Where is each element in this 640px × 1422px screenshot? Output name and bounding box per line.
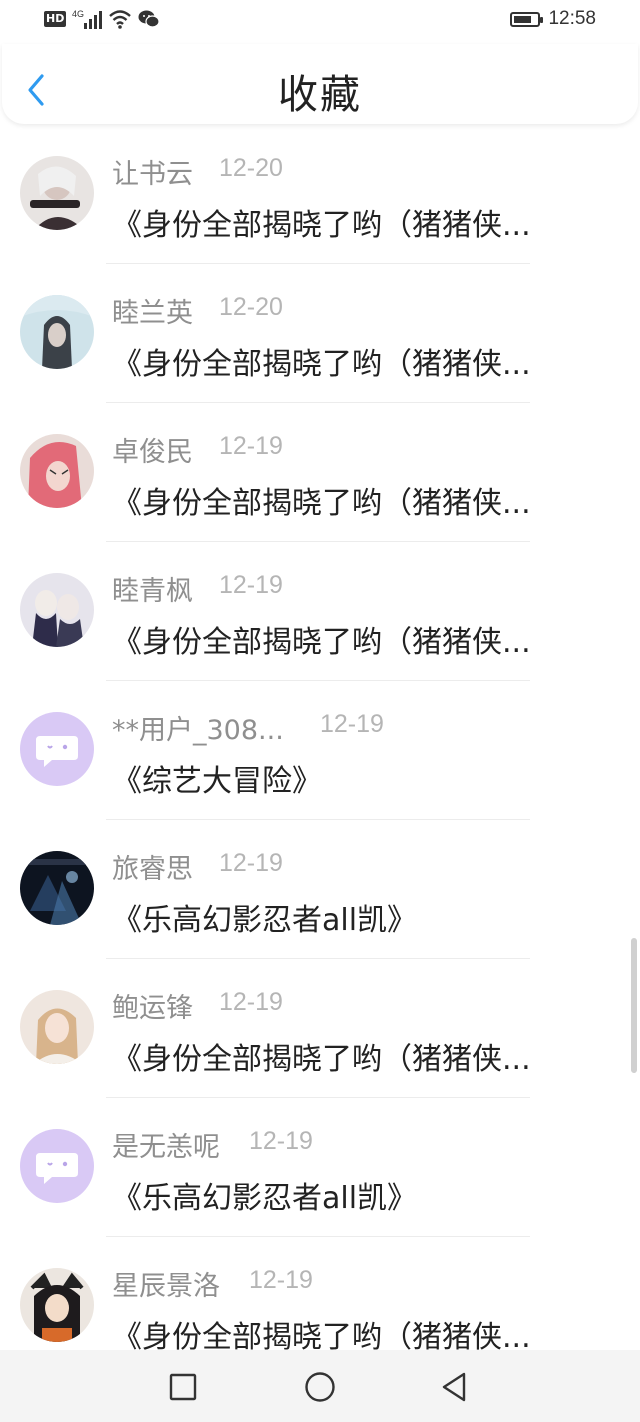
square-icon <box>169 1373 197 1401</box>
triangle-back-icon <box>442 1372 466 1402</box>
list-item[interactable]: 卓俊民 12-19 《身份全部揭晓了哟（猪猪侠... <box>0 403 640 542</box>
favorites-list: 让书云 12-20 《身份全部揭晓了哟（猪猪侠... 睦兰英 12-20 《身份… <box>0 125 640 1376</box>
circle-icon <box>305 1372 335 1402</box>
status-bar: HD 4G 12:58 <box>0 0 640 44</box>
cellular-signal-icon: 4G <box>72 9 103 29</box>
scroll-indicator[interactable] <box>631 938 637 1073</box>
user-name: 睦青枫 <box>112 576 193 607</box>
item-date: 12-19 <box>219 988 283 1016</box>
status-left: HD 4G <box>44 8 160 30</box>
item-date: 12-20 <box>219 293 283 321</box>
home-button[interactable] <box>303 1370 337 1404</box>
status-right: 12:58 <box>510 8 596 30</box>
chat-bubble-icon <box>20 712 94 786</box>
system-back-button[interactable] <box>438 1370 472 1404</box>
avatar <box>20 1129 94 1203</box>
user-name: 睦兰英 <box>112 298 193 329</box>
user-name: 旅睿思 <box>112 854 193 885</box>
item-message: 《身份全部揭晓了哟（猪猪侠... <box>112 625 531 660</box>
list-item[interactable]: 睦兰英 12-20 《身份全部揭晓了哟（猪猪侠... <box>0 264 640 403</box>
hd-badge: HD <box>44 11 67 27</box>
item-date: 12-19 <box>219 432 283 460</box>
battery-icon <box>510 11 544 27</box>
user-name: 是无恙呢 <box>112 1132 220 1163</box>
item-date: 12-19 <box>219 849 283 877</box>
avatar <box>20 156 94 230</box>
list-item[interactable]: 鲍运锋 12-19 《身份全部揭晓了哟（猪猪侠... <box>0 959 640 1098</box>
item-message: 《身份全部揭晓了哟（猪猪侠... <box>112 1042 531 1077</box>
avatar <box>20 1268 94 1342</box>
wechat-icon <box>138 10 160 28</box>
battery-level <box>514 15 532 23</box>
item-message: 《身份全部揭晓了哟（猪猪侠... <box>112 208 531 243</box>
page-title: 收藏 <box>278 72 362 118</box>
list-item[interactable]: 是无恙呢 12-19 《乐高幻影忍者all凯》 <box>0 1098 640 1237</box>
item-message: 《乐高幻影忍者all凯》 <box>112 903 418 938</box>
item-date: 12-20 <box>219 154 283 182</box>
clock: 12:58 <box>548 8 596 29</box>
item-date: 12-19 <box>249 1266 313 1294</box>
item-message: 《乐高幻影忍者all凯》 <box>112 1181 418 1216</box>
list-item[interactable]: 睦青枫 12-19 《身份全部揭晓了哟（猪猪侠... <box>0 542 640 681</box>
item-date: 12-19 <box>219 571 283 599</box>
avatar <box>20 851 94 925</box>
user-name: 星辰景洛 <box>112 1271 220 1302</box>
list-item[interactable]: **用户_308... 12-19 《综艺大冒险》 <box>0 681 640 820</box>
item-message: 《身份全部揭晓了哟（猪猪侠... <box>112 486 531 521</box>
system-nav-bar <box>0 1350 640 1422</box>
avatar <box>20 295 94 369</box>
user-name: 鲍运锋 <box>112 993 193 1024</box>
avatar <box>20 712 94 786</box>
item-date: 12-19 <box>320 710 384 738</box>
avatar <box>20 573 94 647</box>
wifi-icon <box>109 10 132 29</box>
avatar <box>20 990 94 1064</box>
recent-apps-button[interactable] <box>166 1370 200 1404</box>
item-message: 《综艺大冒险》 <box>112 764 322 799</box>
item-message: 《身份全部揭晓了哟（猪猪侠... <box>112 347 531 382</box>
user-name: 卓俊民 <box>112 437 193 468</box>
chat-bubble-icon <box>20 1129 94 1203</box>
item-date: 12-19 <box>249 1127 313 1155</box>
header: 收藏 <box>2 44 638 124</box>
list-item[interactable]: 旅睿思 12-19 《乐高幻影忍者all凯》 <box>0 820 640 959</box>
user-name: 让书云 <box>112 159 193 190</box>
list-item[interactable]: 让书云 12-20 《身份全部揭晓了哟（猪猪侠... <box>0 125 640 264</box>
user-name: **用户_308... <box>112 715 284 746</box>
avatar <box>20 434 94 508</box>
network-type: 4G <box>72 9 84 19</box>
